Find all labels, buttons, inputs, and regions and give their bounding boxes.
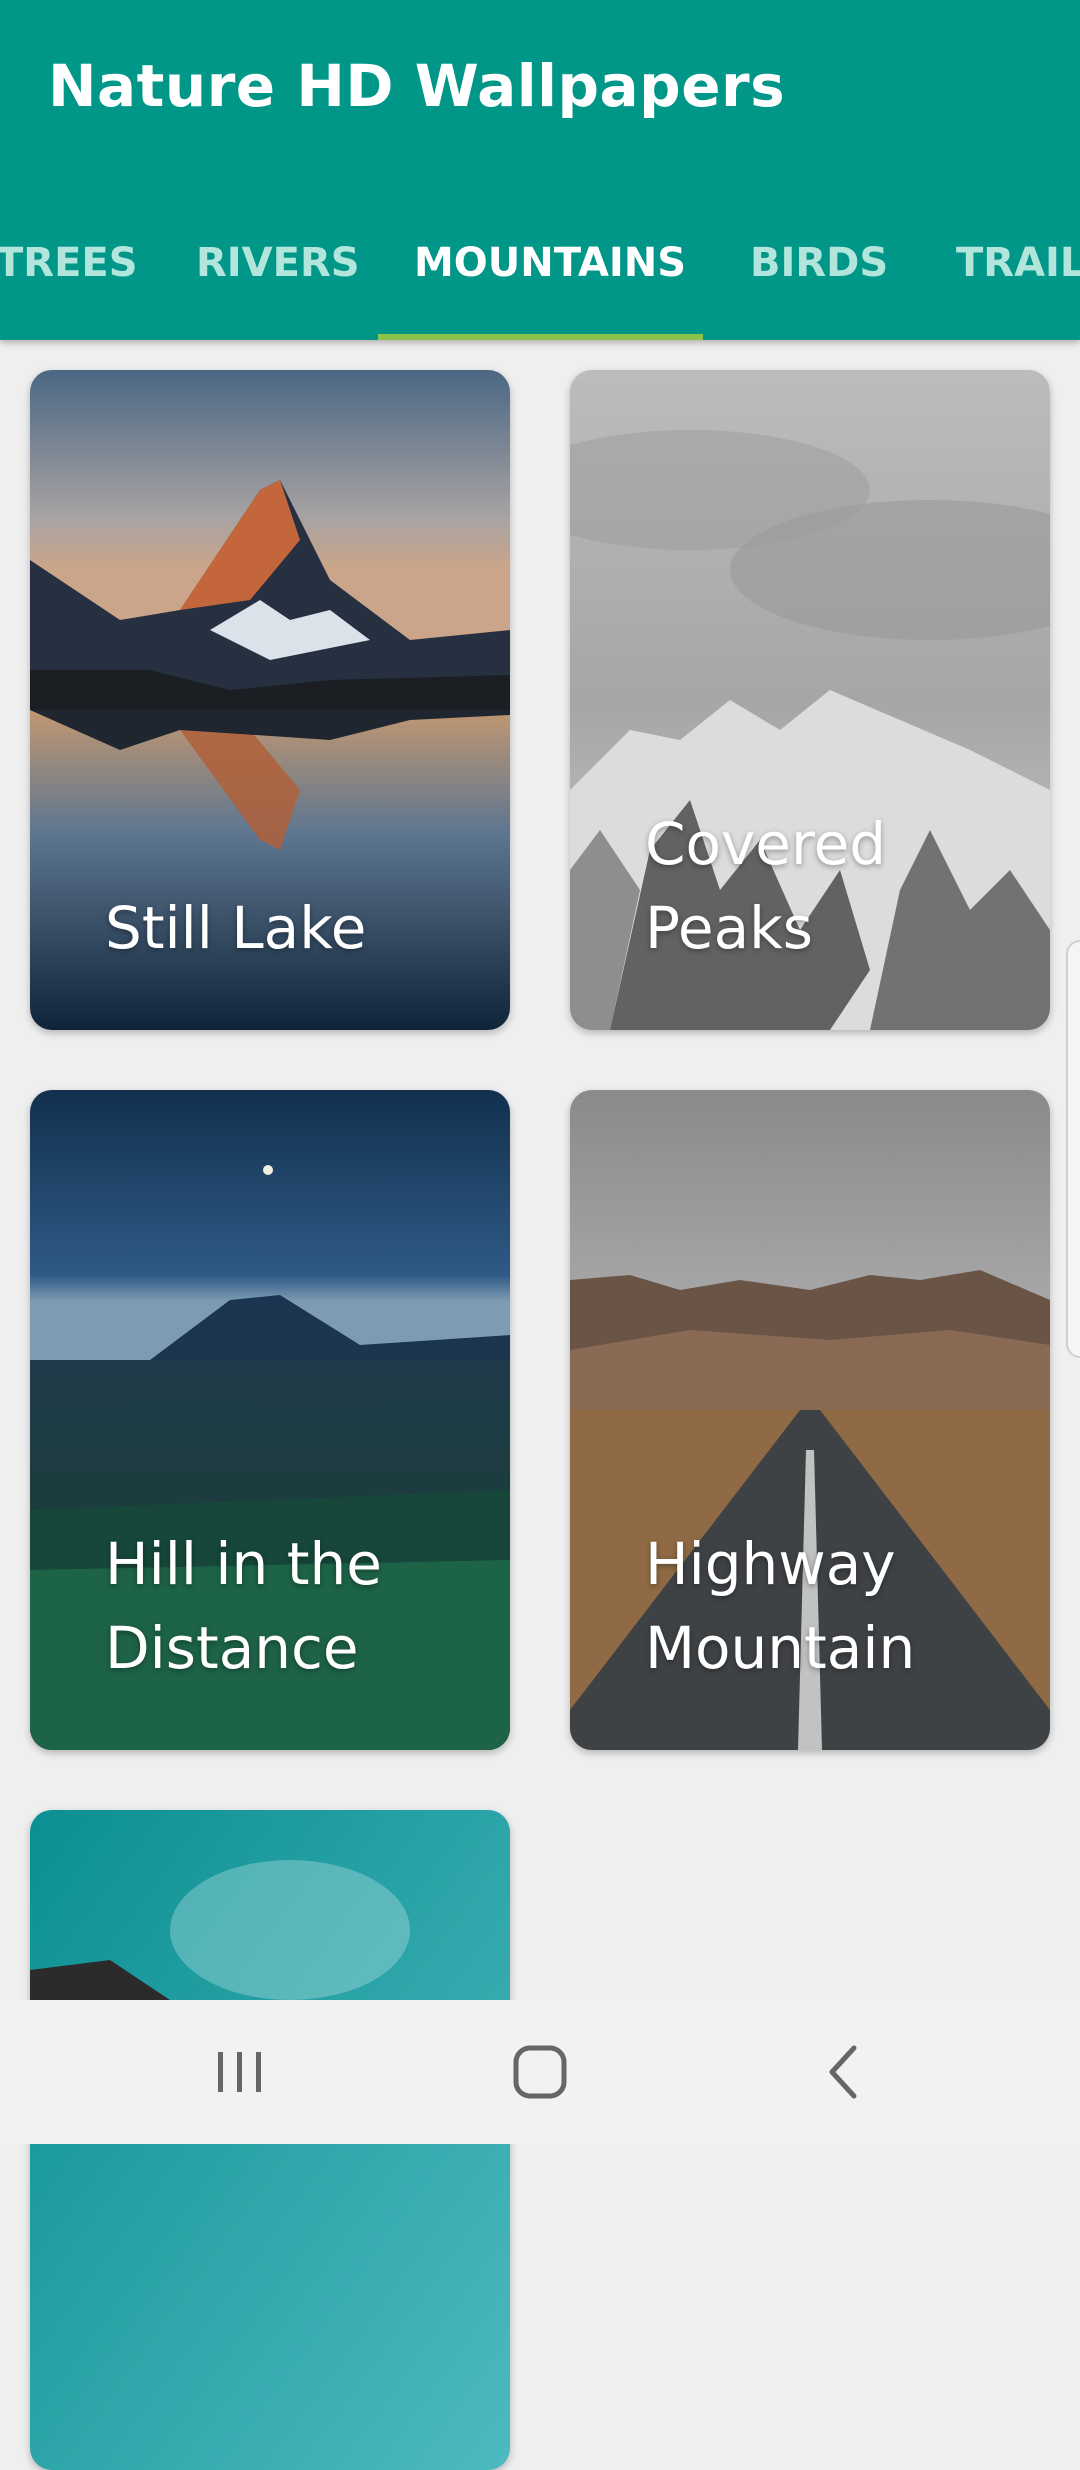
category-tabs: TREES RIVERS MOUNTAINS BIRDS TRAILS <box>0 222 1080 340</box>
tab-rivers[interactable]: RIVERS <box>196 240 360 286</box>
wallpaper-card-covered-peaks[interactable]: Covered Peaks <box>570 370 1050 1030</box>
wallpaper-card-hill-in-the-distance[interactable]: Hill in the Distance <box>30 1090 510 1750</box>
recent-apps-icon[interactable] <box>208 2040 272 2104</box>
system-nav-bar <box>0 2000 1080 2144</box>
card-title: Hill in the Distance <box>105 1530 382 1682</box>
tab-indicator <box>378 334 703 340</box>
wallpaper-grid: Still Lake Covered Peaks Hill in the Dis… <box>0 340 1080 2470</box>
card-title: Still Lake <box>105 894 367 962</box>
back-icon[interactable] <box>812 2040 876 2104</box>
card-title: Highway Mountain <box>645 1530 916 1682</box>
tab-birds[interactable]: BIRDS <box>750 240 888 286</box>
tab-trees[interactable]: TREES <box>0 240 138 286</box>
tab-trails[interactable]: TRAILS <box>956 240 1080 286</box>
wallpaper-card-highway-mountain[interactable]: Highway Mountain <box>570 1090 1050 1750</box>
edge-panel-handle[interactable] <box>1066 940 1080 1358</box>
card-title: Covered Peaks <box>645 810 887 962</box>
home-icon[interactable] <box>508 2040 572 2104</box>
app-bar: Nature HD Wallpapers TREES RIVERS MOUNTA… <box>0 0 1080 340</box>
app-title: Nature HD Wallpapers <box>48 52 786 120</box>
tab-mountains[interactable]: MOUNTAINS <box>414 240 686 286</box>
wallpaper-card-still-lake[interactable]: Still Lake <box>30 370 510 1030</box>
